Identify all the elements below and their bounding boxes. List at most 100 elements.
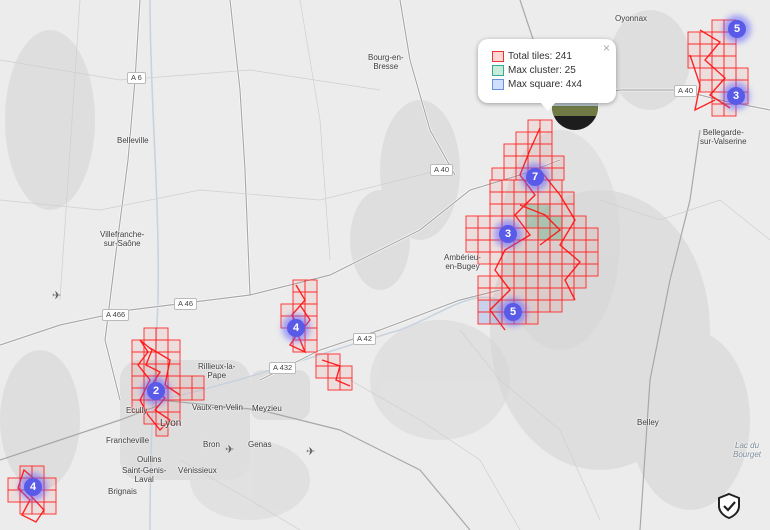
tile [735,67,749,81]
shield-check-icon[interactable] [716,492,742,520]
tile [489,239,503,253]
tile [539,143,553,157]
cluster-marker[interactable]: 5 [504,303,522,321]
tile [699,79,713,93]
cluster-marker[interactable]: 3 [499,225,517,243]
tile [155,327,169,341]
road-shield: A 6 [127,72,146,84]
tile [489,251,503,265]
place-label: Ecully [126,406,148,415]
tile [489,299,503,313]
tile [513,191,527,205]
stats-popup: × Total tiles: 241 Max cluster: 25 Max s… [478,39,616,111]
tile [501,191,515,205]
tile [491,167,505,181]
tile [573,215,587,229]
place-label: Belley [637,418,659,427]
tile [525,287,539,301]
tile [131,351,145,365]
map-canvas[interactable]: Oyonnax Bourg-en- Bresse Belleville Vill… [0,0,770,530]
place-label: Saint-Genis- Laval [122,466,167,484]
tile [465,215,479,229]
tile [167,399,181,413]
tile [549,287,563,301]
road-shield: A 42 [353,333,377,345]
tile [489,203,503,217]
cluster-marker[interactable]: 2 [147,382,165,400]
place-label: Ambérieu- en-Bugey [444,253,481,271]
green-swatch [492,64,504,76]
tile [513,287,527,301]
tile [537,263,551,277]
tile [489,179,503,193]
tile [561,239,575,253]
cluster-marker[interactable]: 7 [526,168,544,186]
tile [503,143,517,157]
tile [711,103,725,117]
airplane-icon: ✈ [225,444,235,456]
tile [549,251,563,265]
tile [131,387,145,401]
cluster-marker[interactable]: 3 [727,87,745,105]
cluster-marker[interactable]: 5 [728,20,746,38]
tile [711,19,725,33]
tile [489,191,503,205]
tile [465,227,479,241]
tile [339,365,353,379]
tile [527,155,541,169]
tile [477,215,491,229]
tile [711,55,725,69]
tile [155,339,169,353]
place-label: Oullins [137,455,162,464]
tile [7,489,21,503]
tile [501,287,515,301]
tile [477,299,491,313]
tile [143,327,157,341]
tile [489,215,503,229]
tile [551,167,565,181]
tile [537,275,551,289]
tile [489,287,503,301]
tile [477,227,491,241]
map-base-layer [0,0,770,530]
tile [465,239,479,253]
place-label: Vénissieux [178,466,217,475]
tile [167,339,181,353]
tile [573,239,587,253]
tile [549,263,563,277]
tile [585,251,599,265]
road-shield: A 40 [430,164,454,176]
tile [561,263,575,277]
tile [513,251,527,265]
cluster-marker[interactable]: 4 [287,319,305,337]
tile [539,131,553,145]
place-label: Oyonnax [615,14,648,23]
tile [723,55,737,69]
tile [549,299,563,313]
tile [723,43,737,57]
tile [525,251,539,265]
place-label: Lyon [160,418,182,429]
tile [525,275,539,289]
tile [501,179,515,193]
tile [573,275,587,289]
tile [525,263,539,277]
airplane-icon: ✈ [52,290,62,302]
tile [304,327,318,341]
total-tiles-label: Total tiles: 241 [508,50,572,62]
tile [525,299,539,313]
tile [327,377,341,391]
tile [551,155,565,169]
tile [43,489,57,503]
tile [549,191,563,205]
tile [477,239,491,253]
max-square-label: Max square: 4x4 [508,78,582,90]
close-icon[interactable]: × [603,41,610,55]
cluster-marker[interactable]: 4 [24,478,42,496]
tile [515,131,529,145]
tile [179,387,193,401]
tile [585,263,599,277]
tile [539,155,553,169]
tile [315,365,329,379]
blue-swatch [492,78,504,90]
